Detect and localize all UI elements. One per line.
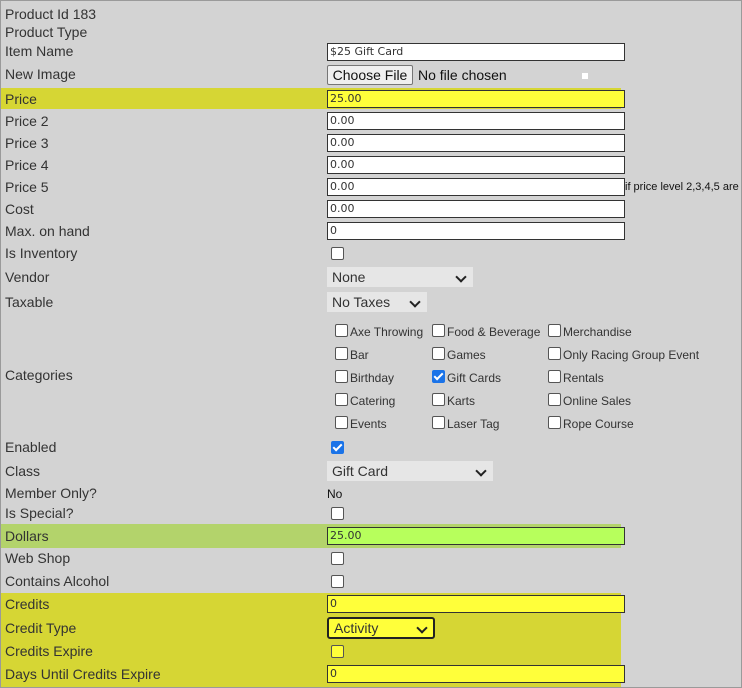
categories-label: Categories — [5, 367, 73, 383]
category-checkbox[interactable] — [335, 416, 348, 429]
credits-expire-label: Credits Expire — [5, 643, 93, 659]
vendor-selected: None — [332, 269, 366, 285]
contains-alcohol-label: Contains Alcohol — [5, 573, 110, 589]
days-until-expire-input[interactable]: 0 — [327, 665, 625, 683]
category-checkbox[interactable] — [335, 347, 348, 360]
category-checkbox[interactable] — [432, 347, 445, 360]
chevron-down-icon — [409, 296, 421, 308]
category-catering[interactable]: Catering — [335, 393, 395, 408]
category-rope-course[interactable]: Rope Course — [548, 416, 634, 431]
class-label: Class — [5, 463, 41, 479]
web-shop-checkbox[interactable] — [331, 552, 344, 565]
category-merchandise[interactable]: Merchandise — [548, 324, 632, 339]
category-checkbox[interactable] — [335, 370, 348, 383]
category-games[interactable]: Games — [432, 347, 486, 362]
file-status: No file chosen — [418, 67, 507, 83]
category-only-racing-group-event[interactable]: Only Racing Group Event — [548, 347, 700, 362]
category-gift-cards[interactable]: Gift Cards — [432, 370, 501, 385]
category-karts[interactable]: Karts — [432, 393, 475, 408]
price2-input[interactable]: 0.00 — [327, 112, 625, 130]
is-inventory-label: Is Inventory — [5, 245, 78, 261]
taxable-select[interactable]: No Taxes — [327, 292, 427, 312]
category-food-beverage[interactable]: Food & Beverage — [432, 324, 541, 339]
category-checkbox[interactable] — [432, 393, 445, 406]
vendor-select[interactable]: None — [327, 267, 473, 287]
category-checkbox[interactable] — [548, 393, 561, 406]
category-label: Axe Throwing — [350, 325, 424, 339]
category-checkbox[interactable] — [335, 393, 348, 406]
credits-expire-checkbox[interactable] — [331, 645, 344, 658]
category-birthday[interactable]: Birthday — [335, 370, 394, 385]
product-edit-form: Product Id 183 Product Type Item Name $2… — [0, 0, 742, 688]
category-axe-throwing[interactable]: Axe Throwing — [335, 324, 424, 339]
price3-label: Price 3 — [5, 135, 49, 151]
credit-type-selected: Activity — [334, 620, 379, 636]
price-input[interactable]: 25.00 — [327, 90, 625, 108]
category-events[interactable]: Events — [335, 416, 387, 431]
category-online-sales[interactable]: Online Sales — [548, 393, 631, 408]
category-checkbox[interactable] — [548, 370, 561, 383]
price3-input[interactable]: 0.00 — [327, 134, 625, 152]
class-selected: Gift Card — [332, 463, 389, 479]
price4-input[interactable]: 0.00 — [327, 156, 625, 174]
contains-alcohol-checkbox[interactable] — [331, 575, 344, 588]
max-on-hand-label: Max. on hand — [5, 223, 90, 239]
cost-input[interactable]: 0.00 — [327, 200, 625, 218]
class-select[interactable]: Gift Card — [327, 461, 493, 481]
product-type-label: Product Type — [5, 24, 88, 40]
price4-label: Price 4 — [5, 157, 49, 173]
credit-type-label: Credit Type — [5, 620, 77, 636]
enabled-label: Enabled — [5, 439, 57, 455]
placeholder-square — [582, 73, 588, 79]
chevron-down-icon — [455, 271, 467, 283]
item-name-input[interactable]: $25 Gift Card — [327, 43, 625, 61]
price-level-note: if price level 2,3,4,5 are — [625, 181, 739, 193]
product-id: Product Id 183 — [5, 6, 97, 22]
chevron-down-icon — [416, 622, 428, 634]
category-rentals[interactable]: Rentals — [548, 370, 604, 385]
category-label: Only Racing Group Event — [563, 348, 700, 362]
category-bar[interactable]: Bar — [335, 347, 369, 362]
category-checkbox[interactable] — [548, 347, 561, 360]
credits-label: Credits — [5, 596, 50, 612]
max-on-hand-input[interactable]: 0 — [327, 222, 625, 240]
new-image-label: New Image — [5, 66, 76, 82]
category-checkbox[interactable] — [432, 370, 445, 383]
dollars-label: Dollars — [5, 528, 49, 544]
item-name-label: Item Name — [5, 43, 74, 59]
category-checkbox[interactable] — [548, 416, 561, 429]
category-laser-tag[interactable]: Laser Tag — [432, 416, 499, 431]
days-until-expire-label: Days Until Credits Expire — [5, 666, 161, 682]
is-inventory-checkbox[interactable] — [331, 247, 344, 260]
category-label: Food & Beverage — [447, 325, 541, 339]
taxable-label: Taxable — [5, 294, 54, 310]
category-checkbox[interactable] — [432, 416, 445, 429]
price5-label: Price 5 — [5, 179, 49, 195]
category-checkbox[interactable] — [548, 324, 561, 337]
is-special-label: Is Special? — [5, 505, 74, 521]
chevron-down-icon — [475, 465, 487, 477]
member-only-label: Member Only? — [5, 485, 97, 501]
is-special-checkbox[interactable] — [331, 507, 344, 520]
enabled-checkbox[interactable] — [331, 441, 344, 454]
web-shop-label: Web Shop — [5, 550, 71, 566]
price5-input[interactable]: 0.00 — [327, 178, 625, 196]
credits-input[interactable]: 0 — [327, 595, 625, 613]
choose-file-button[interactable]: Choose File — [327, 65, 413, 85]
price-label: Price — [5, 91, 37, 107]
credit-type-select[interactable]: Activity — [327, 617, 435, 639]
vendor-label: Vendor — [5, 269, 50, 285]
cost-label: Cost — [5, 201, 34, 217]
member-only-value: No — [327, 487, 343, 501]
category-checkbox[interactable] — [432, 324, 445, 337]
category-checkbox[interactable] — [335, 324, 348, 337]
price2-label: Price 2 — [5, 113, 49, 129]
dollars-input[interactable]: 25.00 — [327, 527, 625, 545]
taxable-selected: No Taxes — [332, 294, 391, 310]
